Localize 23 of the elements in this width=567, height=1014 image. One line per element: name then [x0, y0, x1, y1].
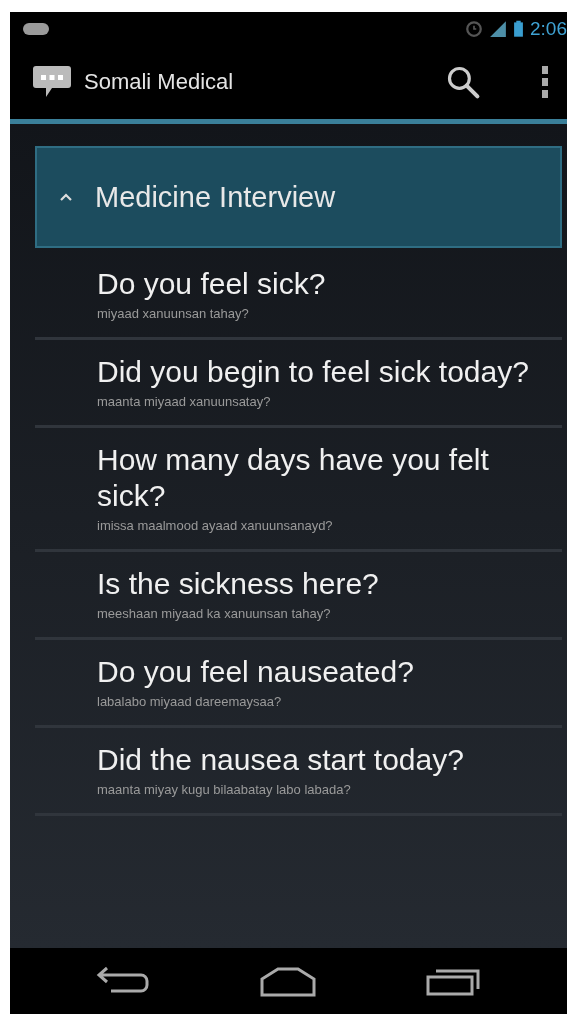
app-title: Somali Medical [84, 69, 235, 95]
question-text[interactable]: How many days have you felt sick? [97, 442, 537, 514]
translation-text: meeshaan miyaad ka xanuunsan tahay? [97, 606, 332, 621]
battery-icon [513, 19, 524, 38]
search-icon[interactable] [445, 64, 481, 100]
question-text[interactable]: Do you feel nauseated? [97, 654, 537, 690]
translation-text: maanta miyaad xanuunsatay? [97, 394, 272, 409]
group-header[interactable]: Medicine Interview [35, 146, 562, 248]
status-time: 2:06 [530, 17, 567, 40]
translation-text: maanta miyay kugu bilaabatay labo labada? [97, 782, 352, 797]
question-text[interactable]: Do you feel sick? [97, 266, 537, 302]
alarm-icon [465, 19, 483, 38]
notification-icon [22, 20, 50, 37]
question-text[interactable]: Is the sickness here? [97, 566, 537, 602]
question-text[interactable]: Did you begin to feel sick today? [97, 354, 537, 390]
overflow-menu-icon[interactable] [541, 65, 549, 99]
question-text[interactable]: Did the nausea start today? [97, 742, 537, 778]
translation-text: miyaad xanuunsan tahay? [97, 306, 250, 321]
translation-text: labalabo miyaad dareemaysaa? [97, 694, 283, 709]
home-icon[interactable] [258, 965, 319, 997]
translation-text: imissa maalmood ayaad xanuunsanayd? [97, 518, 334, 533]
chevron-icon [59, 192, 73, 202]
signal-icon [489, 19, 507, 38]
